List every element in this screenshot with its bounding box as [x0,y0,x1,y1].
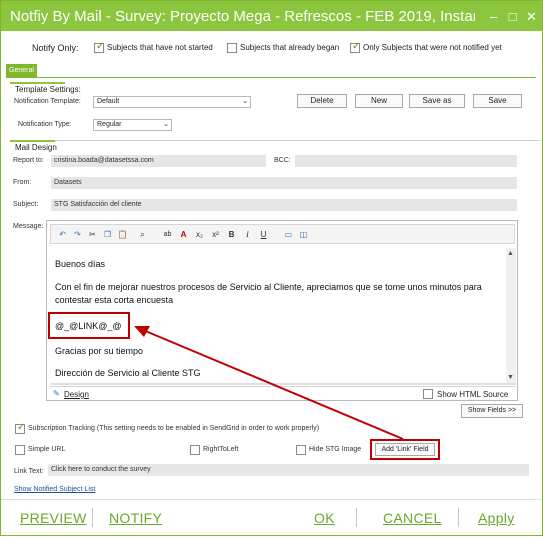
message-editor[interactable]: ↶ ↷ ✂ ❐ 📋 ⌕ ab A x₂ x² B I U ▭ ◫ Buenos … [46,220,518,401]
report-to-field[interactable]: cristina.boada@datasetssa.com [51,155,266,167]
scroll-down-icon[interactable]: ▼ [507,374,514,381]
show-html-source-checkbox[interactable] [423,389,433,399]
footer-separator [356,508,357,527]
message-label: Message: [13,223,44,230]
not-notified-checkbox[interactable]: ✓ [350,41,360,53]
footer-separator [458,508,459,527]
notify-only-label: Notify Only: [32,43,79,53]
find-icon[interactable]: ⌕ [137,229,148,240]
cut-icon[interactable]: ✂ [87,229,98,240]
editor-scrollbar[interactable]: ▲ ▼ [506,248,516,384]
mail-design-title: Mail Design [15,143,57,152]
show-notified-link[interactable]: Show Notified Subject List [14,486,95,493]
bcc-field[interactable] [295,155,517,167]
from-label: From: [13,179,32,186]
not-started-checkbox[interactable]: ✓ [94,41,104,53]
subscript-icon[interactable]: x₂ [194,229,205,240]
subject-field[interactable]: STG Satisfacción del cliente [51,199,517,211]
section-accent [10,140,55,142]
scroll-up-icon[interactable]: ▲ [507,250,514,257]
right-to-left-label: RightToLeft [203,446,239,453]
notify-label: NOTIFY [109,510,163,526]
apply-label: Apply [478,510,515,526]
link-text-label: Link Text: [14,468,44,475]
not-notified-label: Only Subjects that were not notified yet [363,43,502,52]
editor-hscroll[interactable] [50,383,516,385]
copy-icon[interactable]: ❐ [102,229,113,240]
hide-stg-image-checkbox[interactable] [296,445,306,455]
notification-type-label: Notification Type: [18,121,72,128]
undo-icon[interactable]: ↶ [57,229,68,240]
show-fields-button[interactable]: Show Fields >> [461,404,523,418]
body-text: Con el fin de mejorar nuestros procesos … [55,282,482,305]
insert-link-icon[interactable]: ◫ [298,229,309,240]
section-accent [10,82,65,84]
notification-template-label: Notification Template: [14,98,81,105]
preview-button[interactable]: PREVIEW [20,510,87,526]
window-title: Notfiy By Mail - Survey: Proyecto Mega -… [10,8,475,25]
notification-type-select[interactable]: Regular ⌄ [93,119,172,131]
paste-icon[interactable]: 📋 [117,229,128,240]
notification-type-value: Regular [97,121,122,128]
editor-toolbar: ↶ ↷ ✂ ❐ 📋 ⌕ ab A x₂ x² B I U ▭ ◫ [50,224,515,244]
apply-button[interactable]: Apply [478,510,515,526]
link-text-field[interactable]: Click here to conduct the survey [48,464,529,476]
new-button[interactable]: New [355,94,403,108]
show-html-source-label: Show HTML Source [437,390,509,399]
subscription-tracking-checkbox[interactable]: ✓ [15,422,25,434]
save-as-button[interactable]: Save as [409,94,465,108]
font-color-icon[interactable]: A [178,229,189,240]
redo-icon[interactable]: ↷ [72,229,83,240]
from-field[interactable]: Datasets [51,177,517,189]
subscription-tracking-label: Subscription Tracking (This setting need… [28,425,320,432]
divider [10,140,540,141]
annotation-box-link-token [48,312,130,339]
spellcheck-icon[interactable]: ab [162,229,173,240]
insert-image-icon[interactable]: ▭ [283,229,294,240]
superscript-icon[interactable]: x² [210,229,221,240]
already-began-checkbox[interactable] [227,43,237,53]
thanks-text: Gracias por su tiempo [55,346,144,356]
hide-stg-image-label: Hide STG Image [309,446,362,453]
notification-template-select[interactable]: Default ⌄ [93,96,251,108]
delete-button[interactable]: Delete [297,94,347,108]
chevron-down-icon: ⌄ [242,98,248,105]
simple-url-label: Simple URL [28,446,66,453]
cancel-button[interactable]: CANCEL [383,510,442,526]
already-began-label: Subjects that already began [240,43,340,52]
minimize-icon[interactable]: – [487,10,500,23]
design-tab[interactable]: Design [64,390,89,399]
notify-button[interactable]: NOTIFY [109,510,162,526]
not-started-label: Subjects that have not started [107,43,213,52]
design-icon: ✎ [53,389,60,398]
close-icon[interactable]: ✕ [525,10,538,23]
signature-text: Dirección de Servicio al Cliente STG [55,368,201,378]
tab-underline [6,77,536,78]
editor-mode-bar: ✎ Design Show HTML Source [50,386,515,400]
dialog-window: Notfiy By Mail - Survey: Proyecto Mega -… [0,0,543,536]
report-to-label: Report to: [13,157,44,164]
tab-general[interactable]: General [6,64,37,77]
notification-template-value: Default [97,98,120,105]
footer-separator [92,508,93,527]
right-to-left-checkbox[interactable] [190,445,200,455]
italic-icon[interactable]: I [242,229,253,240]
preview-label: PREVIEW [20,510,87,526]
bold-icon[interactable]: B [226,229,237,240]
simple-url-checkbox[interactable] [15,445,25,455]
ok-label: OK [314,510,335,526]
annotation-box-add-link [370,439,440,460]
cancel-label: CANCEL [383,510,442,526]
footer-divider [1,499,542,500]
title-bar[interactable]: Notfiy By Mail - Survey: Proyecto Mega -… [1,1,542,31]
maximize-icon[interactable]: □ [506,10,519,23]
ok-button[interactable]: OK [314,510,335,526]
bcc-label: BCC: [274,157,291,164]
greeting-text: Buenos días [55,259,106,269]
underline-icon[interactable]: U [258,229,269,240]
subject-label: Subject: [13,201,39,208]
save-button[interactable]: Save [473,94,522,108]
template-settings-title: Template Settings: [15,85,81,94]
chevron-down-icon: ⌄ [163,121,169,128]
